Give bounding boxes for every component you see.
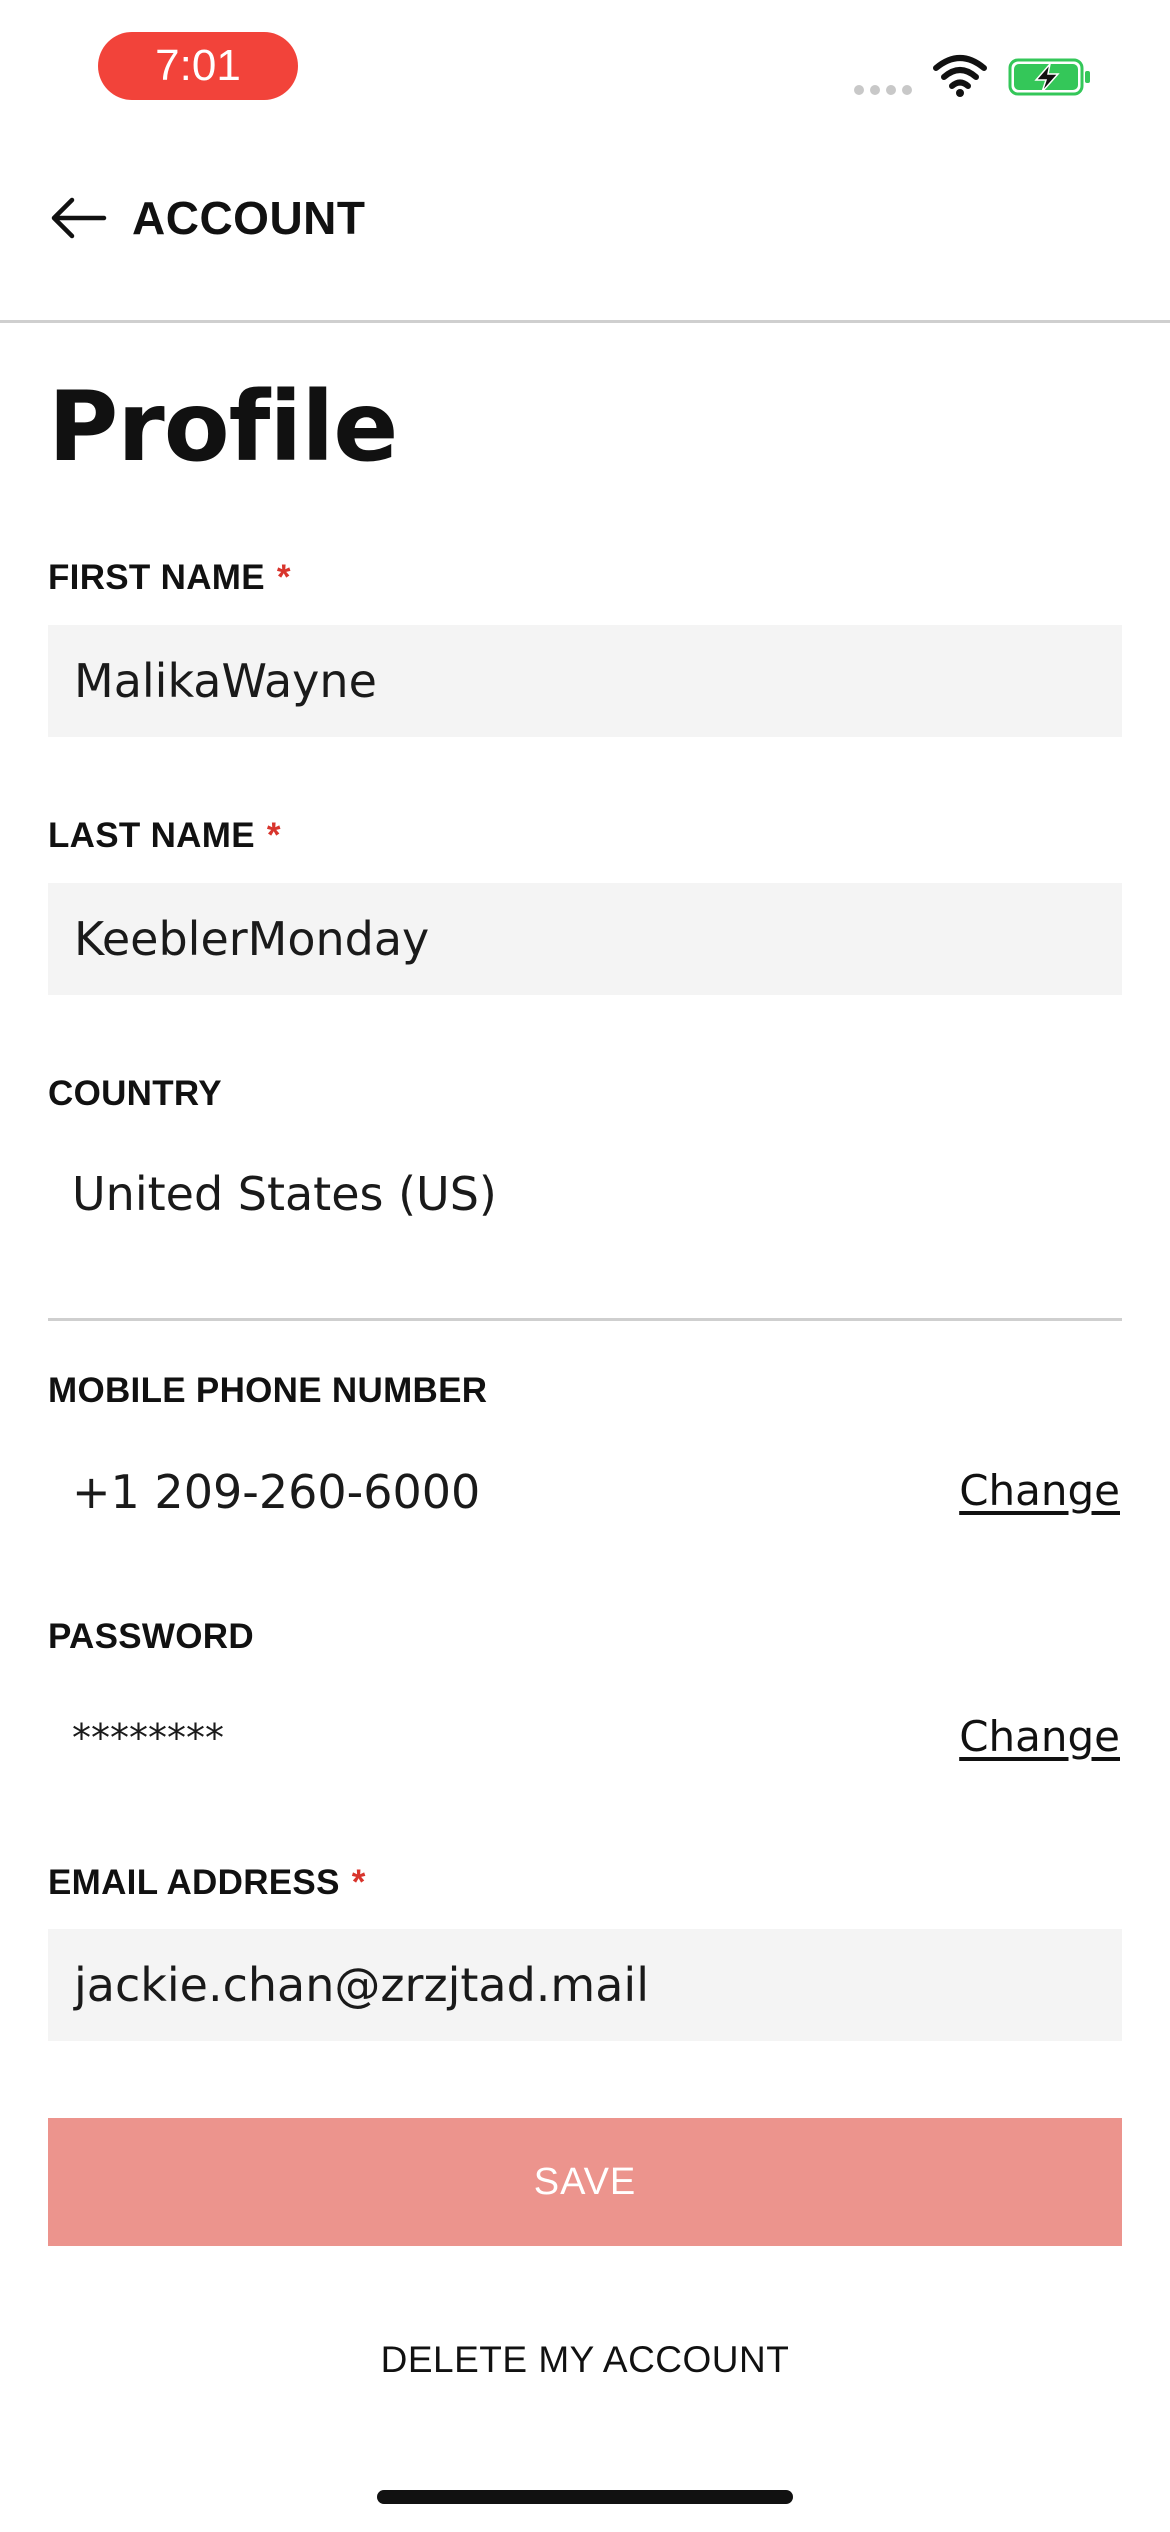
required-marker: *	[266, 816, 281, 855]
delete-account-button[interactable]: DELETE MY ACCOUNT	[0, 2336, 1170, 2384]
save-button[interactable]: SAVE	[48, 2118, 1122, 2246]
required-marker: *	[276, 558, 291, 597]
last-name-label: LAST NAME *	[48, 814, 281, 858]
top-nav-bar: ACCOUNT	[0, 140, 1170, 323]
mobile-phone-value: +1 209-260-6000	[72, 1465, 481, 1519]
change-password-link[interactable]: Change	[959, 1709, 1120, 1765]
first-name-label-text: FIRST NAME	[48, 558, 265, 597]
first-name-field[interactable]: MalikaWayne	[48, 625, 1122, 737]
email-label: EMAIL ADDRESS *	[48, 1861, 366, 1905]
country-label: COUNTRY	[48, 1074, 222, 1113]
arrow-left-icon[interactable]	[48, 196, 108, 240]
country-divider	[48, 1318, 1122, 1321]
page-title: Profile	[48, 371, 398, 483]
email-label-text: EMAIL ADDRESS	[48, 1863, 340, 1902]
first-name-label: FIRST NAME *	[48, 556, 291, 600]
cellular-signal-icon	[854, 85, 912, 95]
back-to-account-link[interactable]: ACCOUNT	[132, 188, 365, 248]
required-marker: *	[351, 1863, 366, 1902]
status-time: 7:01	[98, 32, 298, 100]
last-name-field[interactable]: KeeblerMonday	[48, 883, 1122, 995]
last-name-label-text: LAST NAME	[48, 816, 255, 855]
home-indicator[interactable]	[377, 2490, 793, 2504]
country-select[interactable]: United States (US)	[72, 1164, 497, 1224]
wifi-icon	[933, 55, 987, 97]
password-value: ********	[72, 1716, 224, 1760]
battery-charging-icon	[1008, 58, 1090, 96]
email-field[interactable]: jackie.chan@zrzjtad.mail	[48, 1929, 1122, 2041]
mobile-phone-label: MOBILE PHONE NUMBER	[48, 1371, 488, 1410]
change-phone-link[interactable]: Change	[959, 1463, 1120, 1519]
status-bar: 7:01	[0, 0, 1170, 140]
password-label: PASSWORD	[48, 1617, 254, 1656]
